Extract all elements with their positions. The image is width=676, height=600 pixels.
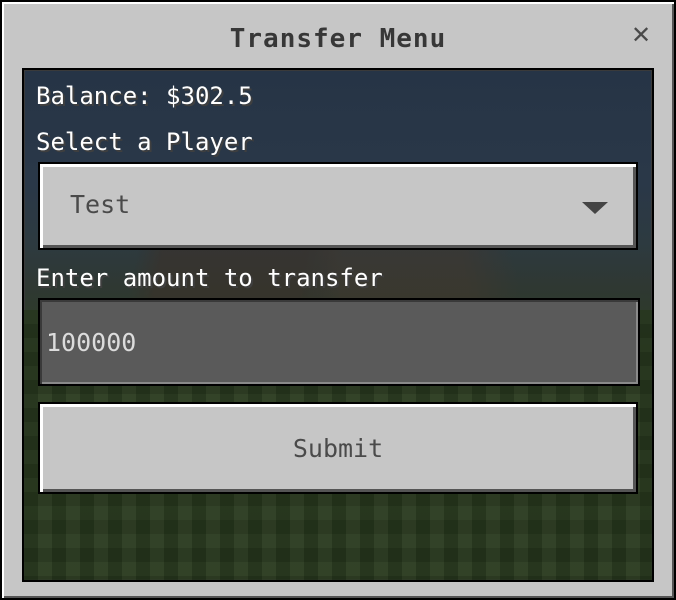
transfer-form-panel: Balance: $302.5 Select a Player Test Ent…: [22, 68, 654, 582]
transfer-menu-window: Transfer Menu ✕ Balance: $302.5 Select a…: [0, 0, 676, 600]
caret-down-icon: [582, 202, 608, 214]
submit-button[interactable]: Submit: [38, 402, 638, 494]
selected-player-value: Test: [70, 190, 131, 219]
player-dropdown[interactable]: Test: [38, 162, 638, 250]
title-bar: Transfer Menu ✕: [2, 2, 674, 64]
window-title: Transfer Menu: [229, 24, 447, 54]
amount-input[interactable]: [38, 298, 640, 386]
close-icon[interactable]: ✕: [630, 23, 652, 47]
select-player-label: Select a Player: [36, 128, 253, 156]
transfer-amount-label: Enter amount to transfer: [36, 264, 383, 292]
balance-text: Balance: $302.5: [36, 82, 253, 110]
